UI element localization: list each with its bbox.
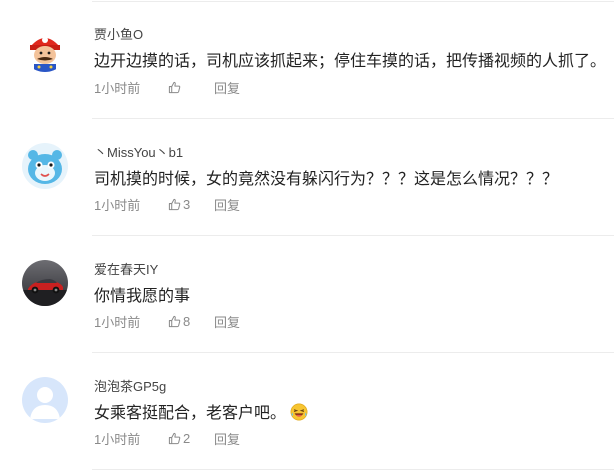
thumbs-up-icon xyxy=(168,315,181,328)
username[interactable]: 泡泡茶GP5g xyxy=(94,376,166,395)
reply-button[interactable]: 回复 xyxy=(214,312,240,331)
comment-text: 女乘客挺配合，老客户吧。 xyxy=(94,399,308,423)
comment-meta: 1小时前 2 回复 xyxy=(94,429,240,448)
reply-button[interactable]: 回复 xyxy=(214,429,240,448)
avatar[interactable] xyxy=(22,377,68,423)
reply-button[interactable]: 回复 xyxy=(214,78,240,97)
comment-item: 丶MissYou丶b1 司机摸的时候，女的竟然没有躲闪行为？？？这是怎么情况？？… xyxy=(0,117,614,234)
avatar[interactable] xyxy=(22,26,68,72)
comment-meta: 1小时前 3 回复 xyxy=(94,195,240,214)
comment-meta: 1小时前 8 回复 xyxy=(94,312,240,331)
thumbs-up-icon xyxy=(168,432,181,445)
blue-creature-avatar-icon xyxy=(22,143,68,189)
comment-text: 边开边摸的话，司机应该抓起来；停住车摸的话，把传播视频的人抓了。 xyxy=(94,53,607,70)
like-count: 3 xyxy=(183,197,191,212)
avatar[interactable] xyxy=(22,260,68,306)
timestamp: 1小时前 xyxy=(94,81,141,96)
avatar[interactable] xyxy=(22,143,68,189)
thumbs-up-icon xyxy=(168,81,181,94)
like-button[interactable]: 2 xyxy=(168,431,214,446)
comment-item: 贾小鱼O 边开边摸的话，司机应该抓起来；停住车摸的话，把传播视频的人抓了。 1小… xyxy=(0,0,614,117)
like-count: 8 xyxy=(183,314,191,329)
username[interactable]: 爱在春天IY xyxy=(94,259,158,278)
comment-list: 贾小鱼O 边开边摸的话，司机应该抓起来；停住车摸的话，把传播视频的人抓了。 1小… xyxy=(0,0,614,476)
comment-text-content: 女乘客挺配合，老客户吧。 xyxy=(94,405,287,422)
default-user-avatar-icon xyxy=(22,377,68,423)
comment-item: 泡泡茶GP5g 女乘客挺配合，老客户吧。 1小时前 2 回复 xyxy=(0,351,614,468)
timestamp: 1小时前 xyxy=(94,432,141,447)
comment-text: 你情我愿的事 xyxy=(94,288,191,305)
comment-text: 司机摸的时候，女的竟然没有躲闪行为？？？这是怎么情况？？？ xyxy=(94,171,559,188)
thumbs-up-icon xyxy=(168,198,181,211)
laughing-face-emoji-icon xyxy=(290,403,308,421)
like-button[interactable] xyxy=(168,81,214,94)
username[interactable]: 丶MissYou丶b1 xyxy=(94,142,183,161)
timestamp: 1小时前 xyxy=(94,315,141,330)
separator xyxy=(92,469,614,470)
timestamp: 1小时前 xyxy=(94,198,141,213)
reply-button[interactable]: 回复 xyxy=(214,195,240,214)
comment-item: 爱在春天IY 你情我愿的事 1小时前 8 回复 xyxy=(0,234,614,351)
red-car-avatar-icon xyxy=(22,260,68,306)
like-count: 2 xyxy=(183,431,191,446)
comment-meta: 1小时前 回复 xyxy=(94,78,240,97)
like-button[interactable]: 3 xyxy=(168,197,214,212)
cartoon-plumber-avatar-icon xyxy=(22,26,68,72)
username[interactable]: 贾小鱼O xyxy=(94,24,143,43)
like-button[interactable]: 8 xyxy=(168,314,214,329)
